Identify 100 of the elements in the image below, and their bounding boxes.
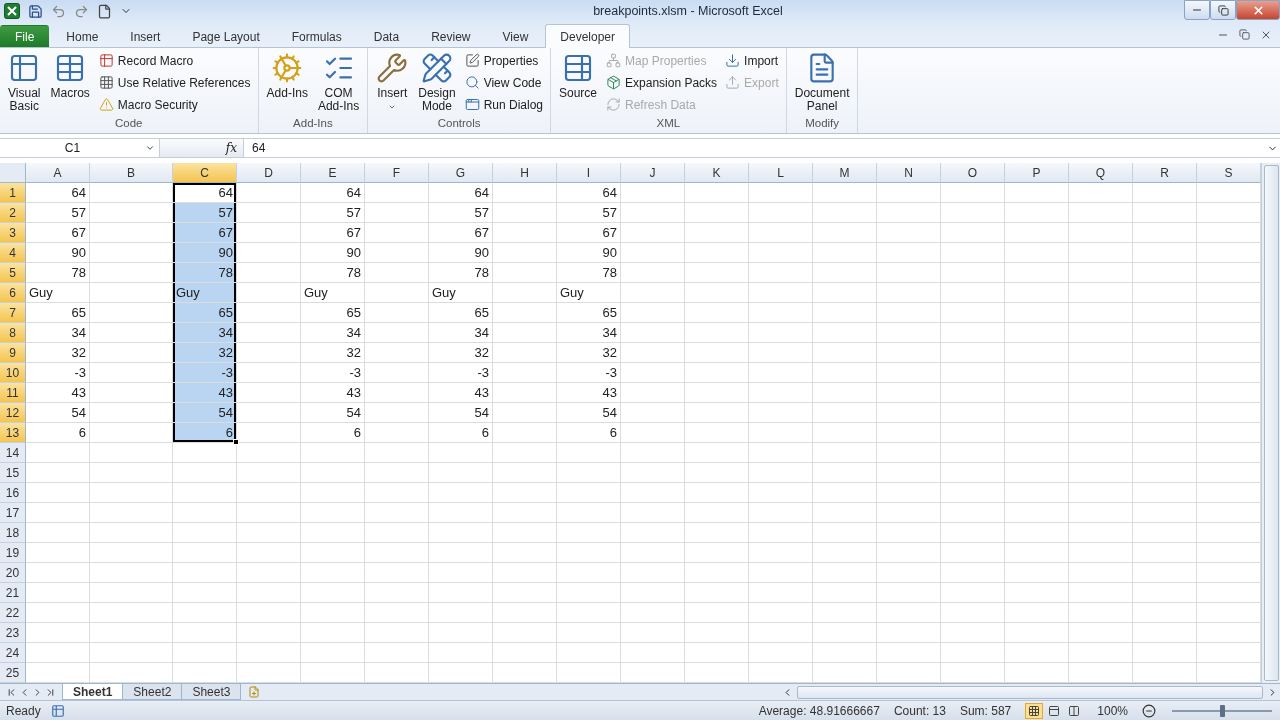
ribbon-button[interactable]: Add-Ins xyxy=(262,50,312,117)
row-header[interactable]: 24 xyxy=(0,643,26,663)
table-cell[interactable]: Guy xyxy=(173,283,237,303)
ribbon-tab[interactable]: View xyxy=(487,25,544,47)
sheet-tab[interactable]: Sheet1 xyxy=(62,684,124,700)
row-header[interactable]: 7 xyxy=(0,303,26,323)
minimize-button[interactable] xyxy=(1184,0,1210,20)
column-header[interactable]: M xyxy=(813,163,877,183)
ribbon-tab[interactable]: Home xyxy=(51,25,114,47)
insert-sheet-icon[interactable] xyxy=(248,686,261,698)
row-header[interactable]: 23 xyxy=(0,623,26,643)
ribbon-button[interactable]: Macros xyxy=(46,50,94,117)
row-header[interactable]: 11 xyxy=(0,383,26,403)
ribbon-button[interactable]: Record Macro xyxy=(95,50,254,71)
sheet-tab[interactable]: Sheet2 xyxy=(122,684,183,700)
column-header[interactable]: Q xyxy=(1069,163,1133,183)
ribbon-button[interactable]: Import xyxy=(722,50,782,71)
table-cell[interactable]: 32 xyxy=(173,343,237,363)
column-header[interactable]: R xyxy=(1133,163,1197,183)
restore-icon[interactable] xyxy=(1239,28,1250,40)
ribbon-button[interactable]: Document Panel xyxy=(790,50,854,117)
row-header[interactable]: 6 xyxy=(0,283,26,303)
column-header[interactable]: B xyxy=(90,163,173,183)
column-header[interactable]: E xyxy=(301,163,365,183)
table-cell[interactable]: 65 xyxy=(173,303,237,323)
column-header[interactable]: H xyxy=(493,163,557,183)
column-header[interactable]: C xyxy=(173,163,237,183)
ribbon-tab[interactable]: Developer xyxy=(545,24,630,48)
sheet-tab[interactable]: Sheet3 xyxy=(181,684,242,700)
table-cell[interactable]: 64 xyxy=(173,183,237,203)
insert-function-button[interactable]: fx xyxy=(225,141,237,155)
ribbon-tab[interactable]: Insert xyxy=(115,25,176,47)
row-header[interactable]: 2 xyxy=(0,203,26,223)
ribbon-button[interactable]: Source xyxy=(555,50,602,117)
table-cell[interactable]: -3 xyxy=(173,363,237,383)
fill-handle[interactable] xyxy=(233,439,239,445)
row-header[interactable]: 9 xyxy=(0,343,26,363)
row-header[interactable]: 5 xyxy=(0,263,26,283)
close-button[interactable] xyxy=(1236,0,1280,20)
ribbon-button[interactable]: Use Relative References xyxy=(95,72,254,93)
row-header[interactable]: 16 xyxy=(0,483,26,503)
ribbon-button[interactable]: Macro Security xyxy=(95,94,254,115)
column-header[interactable]: D xyxy=(237,163,301,183)
row-header[interactable]: 8 xyxy=(0,323,26,343)
ribbon-tab[interactable]: Page Layout xyxy=(177,25,275,47)
column-header[interactable]: F xyxy=(365,163,429,183)
row-header[interactable]: 4 xyxy=(0,243,26,263)
ribbon-button[interactable]: COM Add-Ins xyxy=(313,50,364,117)
zoom-level[interactable]: 100% xyxy=(1097,703,1128,718)
row-header[interactable]: 17 xyxy=(0,503,26,523)
last-sheet-icon[interactable] xyxy=(45,686,56,698)
ribbon-tab[interactable]: Data xyxy=(358,25,415,47)
column-header[interactable]: A xyxy=(26,163,90,183)
ribbon-button[interactable]: Expansion Packs xyxy=(603,72,721,93)
ribbon-button[interactable]: Visual Basic xyxy=(4,50,45,117)
ribbon-tab[interactable]: Review xyxy=(416,25,486,47)
ribbon-tab[interactable]: File xyxy=(0,25,50,47)
row-header[interactable]: 18 xyxy=(0,523,26,543)
table-cell[interactable]: 57 xyxy=(173,203,237,223)
row-header[interactable]: 15 xyxy=(0,463,26,483)
column-header[interactable]: K xyxy=(685,163,749,183)
new-file-icon[interactable] xyxy=(97,3,112,19)
save-icon[interactable] xyxy=(28,3,43,19)
row-header[interactable]: 3 xyxy=(0,223,26,243)
table-cell[interactable]: 67 xyxy=(173,223,237,243)
table-cell[interactable]: 54 xyxy=(173,403,237,423)
record-macro-icon[interactable] xyxy=(50,703,65,718)
column-header[interactable]: I xyxy=(557,163,621,183)
scroll-right-icon[interactable] xyxy=(1267,686,1278,698)
dropdown-icon[interactable] xyxy=(145,143,155,153)
row-header[interactable]: 22 xyxy=(0,603,26,623)
view-button[interactable] xyxy=(1025,702,1044,719)
column-header[interactable]: G xyxy=(429,163,493,183)
ribbon-button[interactable]: Design Mode xyxy=(414,50,460,117)
redo-icon[interactable] xyxy=(74,3,89,19)
app-icon[interactable] xyxy=(4,3,20,19)
vertical-scrollbar[interactable] xyxy=(1261,163,1280,683)
column-header[interactable]: L xyxy=(749,163,813,183)
row-header[interactable]: 20 xyxy=(0,563,26,583)
row-header[interactable]: 21 xyxy=(0,583,26,603)
first-sheet-icon[interactable] xyxy=(6,686,17,698)
row-header[interactable]: 13 xyxy=(0,423,26,443)
row-header[interactable]: 10 xyxy=(0,363,26,383)
column-header[interactable]: J xyxy=(621,163,685,183)
row-header[interactable]: 12 xyxy=(0,403,26,423)
row-header[interactable]: 14 xyxy=(0,443,26,463)
ribbon-button[interactable]: Properties xyxy=(461,50,546,71)
column-header[interactable]: O xyxy=(941,163,1005,183)
column-header[interactable]: S xyxy=(1197,163,1261,183)
horizontal-scrollbar[interactable] xyxy=(797,685,1263,699)
row-header[interactable]: 19 xyxy=(0,543,26,563)
ribbon-button[interactable]: Run Dialog xyxy=(461,94,546,115)
column-header[interactable]: N xyxy=(877,163,941,183)
undo-icon[interactable] xyxy=(51,3,66,19)
zoom-out-icon[interactable] xyxy=(1142,703,1156,718)
ribbon-button[interactable]: View Code xyxy=(461,72,546,93)
table-cell[interactable]: 34 xyxy=(173,323,237,343)
table-cell[interactable]: 43 xyxy=(173,383,237,403)
column-header[interactable]: P xyxy=(1005,163,1069,183)
slider-thumb[interactable] xyxy=(1219,704,1225,717)
